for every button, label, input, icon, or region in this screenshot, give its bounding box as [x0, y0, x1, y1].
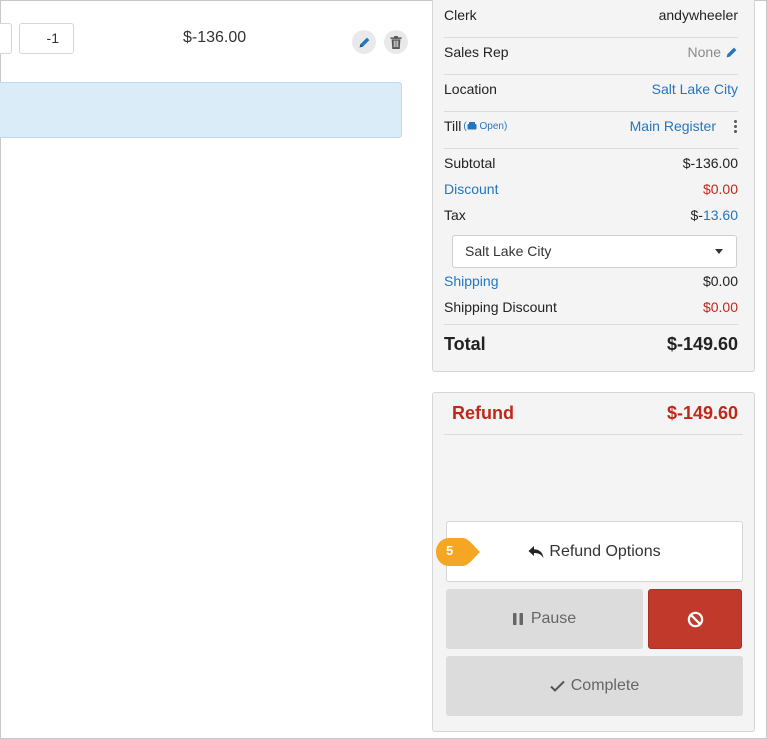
sales-rep-row: Sales Rep None: [444, 44, 738, 60]
shipping-row: Shipping $0.00: [444, 273, 738, 289]
tax-prefix: $-: [690, 207, 703, 223]
refund-header: Refund $-149.60: [452, 403, 738, 424]
subtotal-label: Subtotal: [444, 155, 496, 171]
total-label: Total: [444, 334, 486, 354]
refund-options-label: Refund Options: [549, 542, 661, 560]
location-row: Location Salt Lake City: [444, 81, 738, 97]
trash-icon: [390, 35, 402, 49]
callout-marker-icon: [436, 538, 480, 566]
sales-rep-value: None: [687, 44, 721, 60]
divider: [444, 37, 738, 38]
refund-options-button[interactable]: Refund Options: [446, 521, 743, 582]
divider: [444, 111, 738, 112]
discount-row: Discount $0.00: [444, 181, 738, 197]
delete-line-button[interactable]: [384, 30, 408, 54]
edit-line-button[interactable]: [352, 30, 376, 54]
info-bar: [0, 82, 402, 138]
pencil-icon[interactable]: [725, 46, 738, 59]
divider: [444, 148, 738, 149]
till-status-badge: ( Open): [463, 120, 508, 132]
quantity-input[interactable]: -1: [19, 23, 74, 54]
shipping-discount-row: Shipping Discount $0.00: [444, 299, 738, 315]
shipping-value: $0.00: [702, 273, 738, 289]
total-row: Total $-149.60: [444, 334, 738, 355]
tax-value-link[interactable]: 13.60: [703, 207, 738, 223]
drawer-icon: [467, 121, 477, 129]
till-label: Till: [444, 118, 462, 134]
till-row: Till ( Open) Main Register: [444, 118, 738, 134]
step-number: 5: [446, 543, 454, 558]
shipping-link[interactable]: Shipping: [444, 273, 499, 289]
line-item-price: $-136.00: [183, 29, 247, 46]
till-status-text: Open: [479, 120, 504, 132]
refund-value: $-149.60: [666, 403, 738, 423]
pause-button[interactable]: Pause: [446, 589, 643, 649]
reply-arrow-icon: [528, 545, 544, 558]
discount-link[interactable]: Discount: [444, 181, 498, 197]
chevron-down-icon: [715, 249, 723, 254]
checkmark-icon: [550, 680, 565, 692]
tax-region-select[interactable]: Salt Lake City: [452, 235, 737, 268]
location-link[interactable]: Salt Lake City: [652, 81, 738, 97]
total-value: $-149.60: [666, 334, 738, 354]
ban-icon: [687, 611, 703, 627]
divider: [444, 74, 738, 75]
complete-button[interactable]: Complete: [446, 656, 743, 716]
subtotal-value: $-136.00: [682, 155, 738, 171]
tax-region-selected: Salt Lake City: [465, 243, 552, 259]
pause-label: Pause: [530, 610, 577, 627]
tax-row: Tax $-13.60: [444, 207, 738, 223]
complete-label: Complete: [570, 677, 640, 694]
sales-rep-control[interactable]: None: [688, 44, 738, 60]
clerk-value: andywheeler: [658, 7, 738, 23]
shipping-discount-label: Shipping Discount: [444, 299, 557, 315]
clerk-row: Clerk andywheeler: [444, 7, 738, 23]
line-item-prev-field[interactable]: [0, 23, 12, 54]
more-vertical-icon[interactable]: [734, 119, 738, 133]
divider: [444, 324, 738, 325]
sale-summary-panel: Clerk andywheeler Sales Rep None Locatio…: [432, 0, 755, 372]
pencil-icon: [359, 37, 369, 47]
discount-value: $0.00: [702, 181, 738, 197]
subtotal-row: Subtotal $-136.00: [444, 155, 738, 171]
cancel-sale-button[interactable]: [648, 589, 742, 649]
location-label: Location: [444, 81, 497, 97]
sales-rep-label: Sales Rep: [444, 44, 509, 60]
clerk-label: Clerk: [444, 7, 477, 23]
tax-label: Tax: [444, 207, 466, 223]
till-link[interactable]: Main Register: [630, 118, 716, 134]
refund-label: Refund: [452, 403, 514, 423]
pause-icon: [512, 613, 523, 625]
step-callout-badge: 5: [435, 537, 481, 567]
divider: [444, 434, 743, 435]
shipping-discount-value: $0.00: [702, 299, 738, 315]
